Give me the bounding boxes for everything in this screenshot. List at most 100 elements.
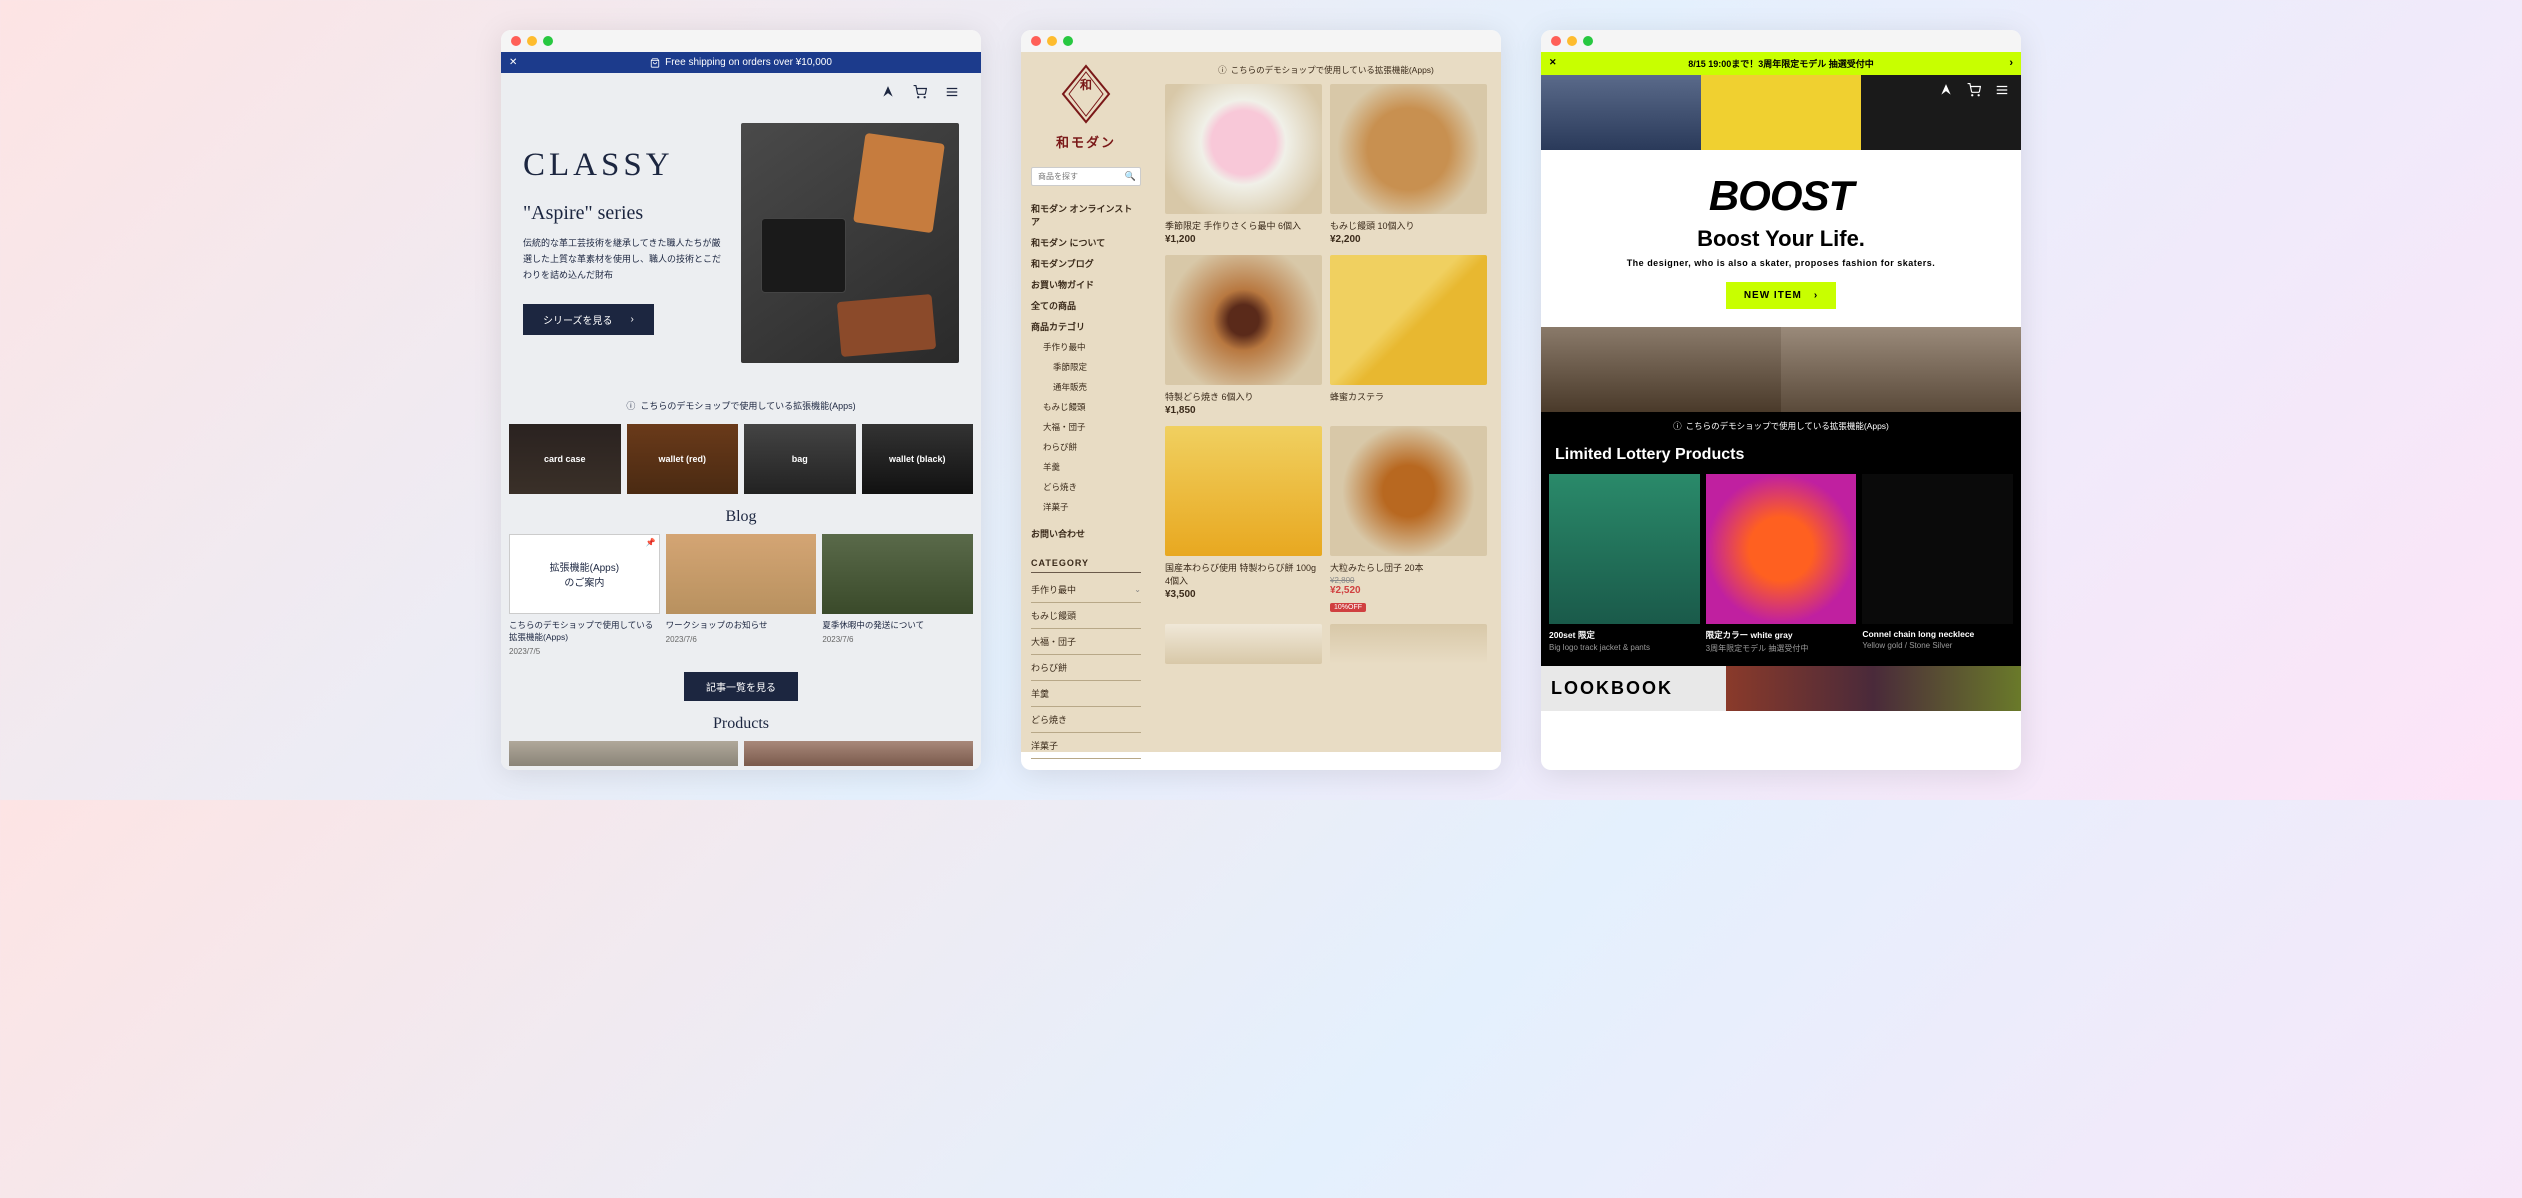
close-window-icon[interactable] [511,36,521,46]
close-window-icon[interactable] [1031,36,1041,46]
submenu-item[interactable]: 手作り最中 [1031,337,1141,357]
browser-window-boost: ✕ 8/15 19:00まで！3周年限定モデル 抽選受付中 › BOOST Bo… [1541,30,2021,770]
product-image [1330,624,1487,664]
submenu-item[interactable]: 通年販売 [1031,377,1141,397]
close-icon[interactable]: ✕ [1549,57,1557,68]
product-card[interactable]: 国産本わらび使用 特製わらび餅 100g 4個入 ¥3,500 [1165,426,1322,614]
close-window-icon[interactable] [1551,36,1561,46]
menu-item[interactable]: お買い物ガイド [1031,274,1141,295]
hero-wrap [1541,75,2021,150]
promo-banner[interactable]: ✕ 8/15 19:00まで！3周年限定モデル 抽選受付中 › [1541,52,2021,75]
category-label: わらび餅 [1031,661,1067,674]
category-card[interactable]: wallet (black) [862,424,974,494]
category-item[interactable]: 手作り最中⌄ [1031,577,1141,603]
minimize-window-icon[interactable] [1567,36,1577,46]
product-card[interactable]: 限定カラー white gray 3周年限定モデル 抽選受付中 [1706,474,1857,654]
product-card[interactable]: Connel chain long necklece Yellow gold /… [1862,474,2013,654]
product-name: もみじ饅頭 10個入り [1330,219,1487,232]
search-box: 🔍 [1031,167,1141,186]
product-grid: 季節限定 手作りさくら最中 6個入 ¥1,200 もみじ饅頭 10個入り ¥2,… [1165,84,1487,664]
category-item[interactable]: 羊羹 [1031,681,1141,707]
product-card[interactable]: もみじ饅頭 10個入り ¥2,200 [1330,84,1487,245]
product-name: 200set 限定 [1549,629,1700,641]
lifestyle-image [1541,327,1781,412]
logo-crest-icon[interactable]: 和 [1061,64,1111,124]
apps-note[interactable]: ⓘ こちらのデモショップで使用している拡張機能(Apps) [1165,64,1487,76]
maximize-window-icon[interactable] [1583,36,1593,46]
product-card[interactable] [1165,624,1322,664]
blog-card[interactable]: 拡張機能(Apps) のご案内 こちらのデモショップで使用している拡張機能(Ap… [509,534,660,656]
submenu-item[interactable]: 羊羹 [1031,457,1141,477]
brand-description: The designer, who is also a skater, prop… [1561,258,2001,268]
hero-text: CLASSY "Aspire" series 伝統的な革工芸技術を継承してきた職… [523,123,723,363]
submenu-item[interactable]: 大福・団子 [1031,417,1141,437]
category-label: どら焼き [1031,713,1067,726]
menu-icon[interactable] [945,85,959,99]
product-card[interactable]: 大粒みたらし団子 20本 ¥2,800 ¥2,520 10%OFF [1330,426,1487,614]
product-card[interactable]: 特製どら焼き 6個入り ¥1,850 [1165,255,1322,416]
product-image [1862,474,2013,624]
submenu-item[interactable]: どら焼き [1031,477,1141,497]
blog-date: 2023/7/6 [822,635,973,644]
top-nav [501,73,981,111]
logo-icon[interactable] [881,85,895,99]
apps-note[interactable]: ⓘ こちらのデモショップで使用している拡張機能(Apps) [1541,412,2021,440]
brand-subtitle: Boost Your Life. [1561,226,2001,252]
category-card[interactable]: card case [509,424,621,494]
category-heading: CATEGORY [1031,554,1141,573]
cart-icon[interactable] [913,85,927,99]
menu-item[interactable]: お問い合わせ [1031,523,1141,544]
product-image [1165,426,1322,556]
browser-window-modern: 和 和モダン 🔍 和モダン オンラインストア 和モダン について 和モダンブログ… [1021,30,1501,770]
maximize-window-icon[interactable] [1063,36,1073,46]
submenu-item[interactable]: わらび餅 [1031,437,1141,457]
minimize-window-icon[interactable] [527,36,537,46]
chevron-right-icon[interactable]: › [2009,57,2013,69]
main-content: ⓘ こちらのデモショップで使用している拡張機能(Apps) 季節限定 手作りさく… [1151,52,1501,752]
category-item[interactable]: どら焼き [1031,707,1141,733]
product-card[interactable] [1330,624,1487,664]
menu-item[interactable]: 商品カテゴリ [1031,316,1141,337]
category-item[interactable]: 大福・団子 [1031,629,1141,655]
close-icon[interactable]: ✕ [509,57,517,68]
submenu-item[interactable]: 季節限定 [1031,357,1141,377]
category-label: 手作り最中 [1031,583,1076,596]
maximize-window-icon[interactable] [543,36,553,46]
brand-title: CLASSY [523,147,723,184]
cta-button[interactable]: NEW ITEM › [1726,282,1836,309]
blog-card[interactable]: 夏季休暇中の発送について 2023/7/6 [822,534,973,656]
category-item[interactable]: わらび餅 [1031,655,1141,681]
product-price: ¥3,500 [1165,589,1322,600]
category-card[interactable]: bag [744,424,856,494]
cta-button[interactable]: シリーズを見る › [523,304,654,335]
blog-card[interactable]: ワークショップのお知らせ 2023/7/6 [666,534,817,656]
menu-item[interactable]: 和モダン オンラインストア [1031,198,1141,232]
apps-note[interactable]: ⓘ こちらのデモショップで使用している拡張機能(Apps) [501,393,981,424]
product-card[interactable]: 蜂蜜カステラ [1330,255,1487,416]
product-card[interactable] [509,741,738,766]
category-item[interactable]: 洋菓子 [1031,733,1141,759]
minimize-window-icon[interactable] [1047,36,1057,46]
submenu-item[interactable]: もみじ饅頭 [1031,397,1141,417]
search-icon[interactable]: 🔍 [1125,171,1136,182]
menu-item[interactable]: 和モダンブログ [1031,253,1141,274]
logo-icon[interactable] [1939,83,1953,97]
blog-list-button[interactable]: 記事一覧を見る [684,672,798,701]
product-card[interactable]: 季節限定 手作りさくら最中 6個入 ¥1,200 [1165,84,1322,245]
product-card[interactable]: 200set 限定 Big logo track jacket & pants [1549,474,1700,654]
category-item[interactable]: もみじ饅頭 [1031,603,1141,629]
submenu-item[interactable]: 洋菓子 [1031,497,1141,517]
menu-item[interactable]: 全ての商品 [1031,295,1141,316]
logo-text[interactable]: 和モダン [1031,132,1141,151]
product-image [1330,84,1487,214]
menu-item[interactable]: 和モダン について [1031,232,1141,253]
category-card[interactable]: wallet (red) [627,424,739,494]
menu-icon[interactable] [1995,83,2009,97]
product-card[interactable] [744,741,973,766]
sale-tag: 10%OFF [1330,603,1366,612]
lookbook-section[interactable]: LOOKBOOK [1541,666,2021,711]
blog-date: 2023/7/5 [509,647,660,656]
lookbook-label: LOOKBOOK [1541,666,1726,711]
top-nav [1939,83,2009,97]
cart-icon[interactable] [1967,83,1981,97]
